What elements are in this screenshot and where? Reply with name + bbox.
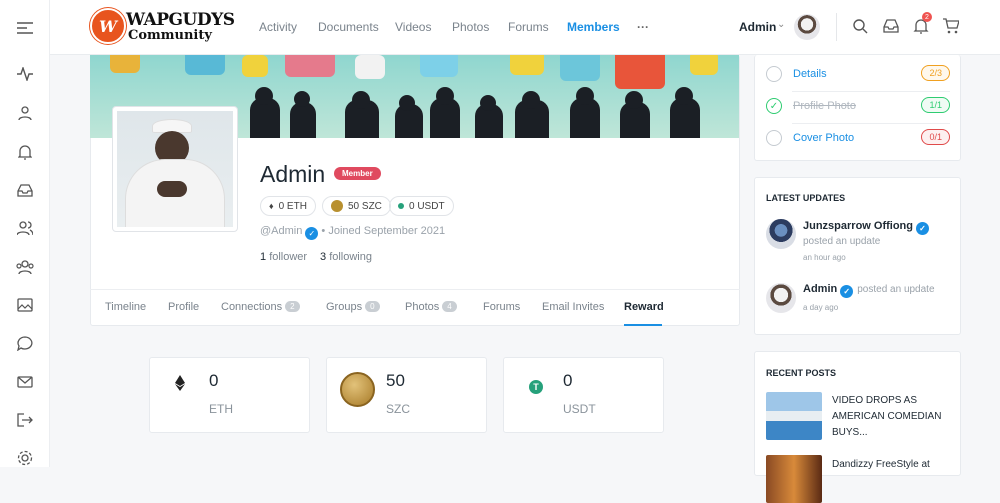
progress-badge: 1/1 xyxy=(921,97,950,113)
reward-eth-card: 0 ETH xyxy=(149,357,310,433)
szc-coin-icon xyxy=(340,372,375,407)
nav-members[interactable]: Members xyxy=(567,20,620,34)
eth-icon xyxy=(175,375,185,396)
reward-value: 0 xyxy=(209,371,219,390)
joined-date: • Joined September 2021 xyxy=(321,225,446,237)
tab-profile[interactable]: Profile xyxy=(168,301,199,313)
tab-timeline[interactable]: Timeline xyxy=(105,301,146,313)
logo-mark: W xyxy=(90,8,126,44)
coin-usdt: 0 USDT xyxy=(389,196,454,216)
site-logo[interactable]: W WAPGUDYS Community xyxy=(90,8,240,46)
count-pill: 4 xyxy=(442,301,457,312)
post-title[interactable]: VIDEO DROPS AS AMERICAN COMEDIAN BUYS... xyxy=(832,393,947,441)
profile-handle: @Admin ✓ • Joined September 2021 xyxy=(260,225,446,240)
cart-icon[interactable] xyxy=(943,18,963,38)
divider xyxy=(792,91,950,92)
update-action: posted an update xyxy=(803,236,881,247)
reward-label: USDT xyxy=(563,402,596,416)
active-tab-indicator xyxy=(624,324,662,326)
chevron-down-icon[interactable]: ⌄ xyxy=(777,19,785,30)
avatar[interactable] xyxy=(766,283,796,313)
logo-subtext: Community xyxy=(128,28,212,43)
member-badge: Member xyxy=(334,167,381,180)
nav-activity[interactable]: Activity xyxy=(259,20,297,34)
reward-label: SZC xyxy=(386,402,410,416)
update-time: an hour ago xyxy=(803,253,846,262)
tab-groups[interactable]: Groups 0 xyxy=(326,301,380,313)
nav-more-icon[interactable]: ··· xyxy=(637,20,649,34)
section-title: RECENT POSTS xyxy=(766,368,837,378)
nav-videos[interactable]: Videos xyxy=(395,20,431,34)
update-time: a day ago xyxy=(803,303,839,312)
inbox-icon[interactable] xyxy=(15,180,35,200)
logout-icon[interactable] xyxy=(15,410,35,430)
coin-eth: ♦ 0 ETH xyxy=(260,196,316,216)
user-avatar[interactable] xyxy=(794,14,820,40)
coin-szc: 50 SZC xyxy=(322,196,391,216)
mail-icon[interactable] xyxy=(15,372,35,392)
eth-icon: ♦ xyxy=(269,201,274,211)
verified-icon: ✓ xyxy=(305,227,319,240)
count-pill: 0 xyxy=(365,301,380,312)
section-title: LATEST UPDATES xyxy=(766,193,846,203)
post-thumbnail[interactable] xyxy=(766,455,822,503)
checklist-cover-photo[interactable]: Cover Photo 0/1 xyxy=(766,129,950,149)
logo-text: WAPGUDYS xyxy=(126,10,235,30)
update-author[interactable]: Admin ✓ posted an update xyxy=(803,283,935,298)
usdt-icon xyxy=(398,203,404,209)
tab-connections[interactable]: Connections 2 xyxy=(221,301,300,313)
post-thumbnail[interactable] xyxy=(766,392,822,440)
szc-coin-icon xyxy=(331,200,343,212)
followers-link[interactable]: 1 follower xyxy=(260,251,307,263)
inbox-icon[interactable] xyxy=(883,18,903,38)
verified-icon: ✓ xyxy=(916,222,929,235)
unchecked-icon xyxy=(766,66,782,82)
reward-value: 50 xyxy=(386,371,405,390)
usdt-icon: T xyxy=(529,380,543,394)
groups-icon[interactable] xyxy=(15,257,35,277)
reward-value: 0 xyxy=(563,371,573,390)
verified-icon: ✓ xyxy=(840,285,854,298)
profile-name: Admin xyxy=(260,161,326,187)
tabs-divider xyxy=(90,289,740,290)
divider xyxy=(792,123,950,124)
post-title[interactable]: Dandizzy FreeStyle at xyxy=(832,457,947,473)
profile-avatar[interactable] xyxy=(112,106,238,232)
nav-forums[interactable]: Forums xyxy=(508,20,549,34)
bell-icon[interactable] xyxy=(15,142,35,162)
friends-icon[interactable] xyxy=(15,218,35,238)
user-icon[interactable] xyxy=(15,103,35,123)
left-sidebar xyxy=(0,0,50,467)
nav-photos[interactable]: Photos xyxy=(452,20,489,34)
unchecked-icon xyxy=(766,130,782,146)
checklist-details[interactable]: Details 2/3 xyxy=(766,65,950,85)
tab-forums[interactable]: Forums xyxy=(483,301,520,313)
tab-photos[interactable]: Photos 4 xyxy=(405,301,457,313)
activity-icon[interactable] xyxy=(15,64,35,84)
reward-label: ETH xyxy=(209,402,233,416)
settings-icon[interactable] xyxy=(15,448,35,468)
progress-badge: 2/3 xyxy=(921,65,950,81)
count-pill: 2 xyxy=(285,301,300,312)
checklist-profile-photo[interactable]: ✓ Profile Photo 1/1 xyxy=(766,97,950,117)
reward-szc-card: 50 SZC xyxy=(326,357,487,433)
divider xyxy=(836,13,837,41)
progress-badge: 0/1 xyxy=(921,129,950,145)
notification-badge: 2 xyxy=(922,12,932,22)
reward-usdt-card: T 0 USDT xyxy=(503,357,664,433)
check-icon: ✓ xyxy=(766,98,782,114)
tab-email-invites[interactable]: Email Invites xyxy=(542,301,604,313)
avatar[interactable] xyxy=(766,219,796,249)
top-navbar: W WAPGUDYS Community Activity Documents … xyxy=(50,0,1000,55)
photo-icon[interactable] xyxy=(15,295,35,315)
forum-icon[interactable] xyxy=(15,333,35,353)
nav-documents[interactable]: Documents xyxy=(318,20,379,34)
user-menu-name[interactable]: Admin xyxy=(739,20,776,34)
tab-reward[interactable]: Reward xyxy=(624,301,664,313)
search-icon[interactable] xyxy=(852,18,872,38)
menu-icon[interactable] xyxy=(15,18,35,38)
following-link[interactable]: 3 following xyxy=(320,251,372,263)
update-author[interactable]: Junzsparrow Offiong ✓ xyxy=(803,220,929,235)
